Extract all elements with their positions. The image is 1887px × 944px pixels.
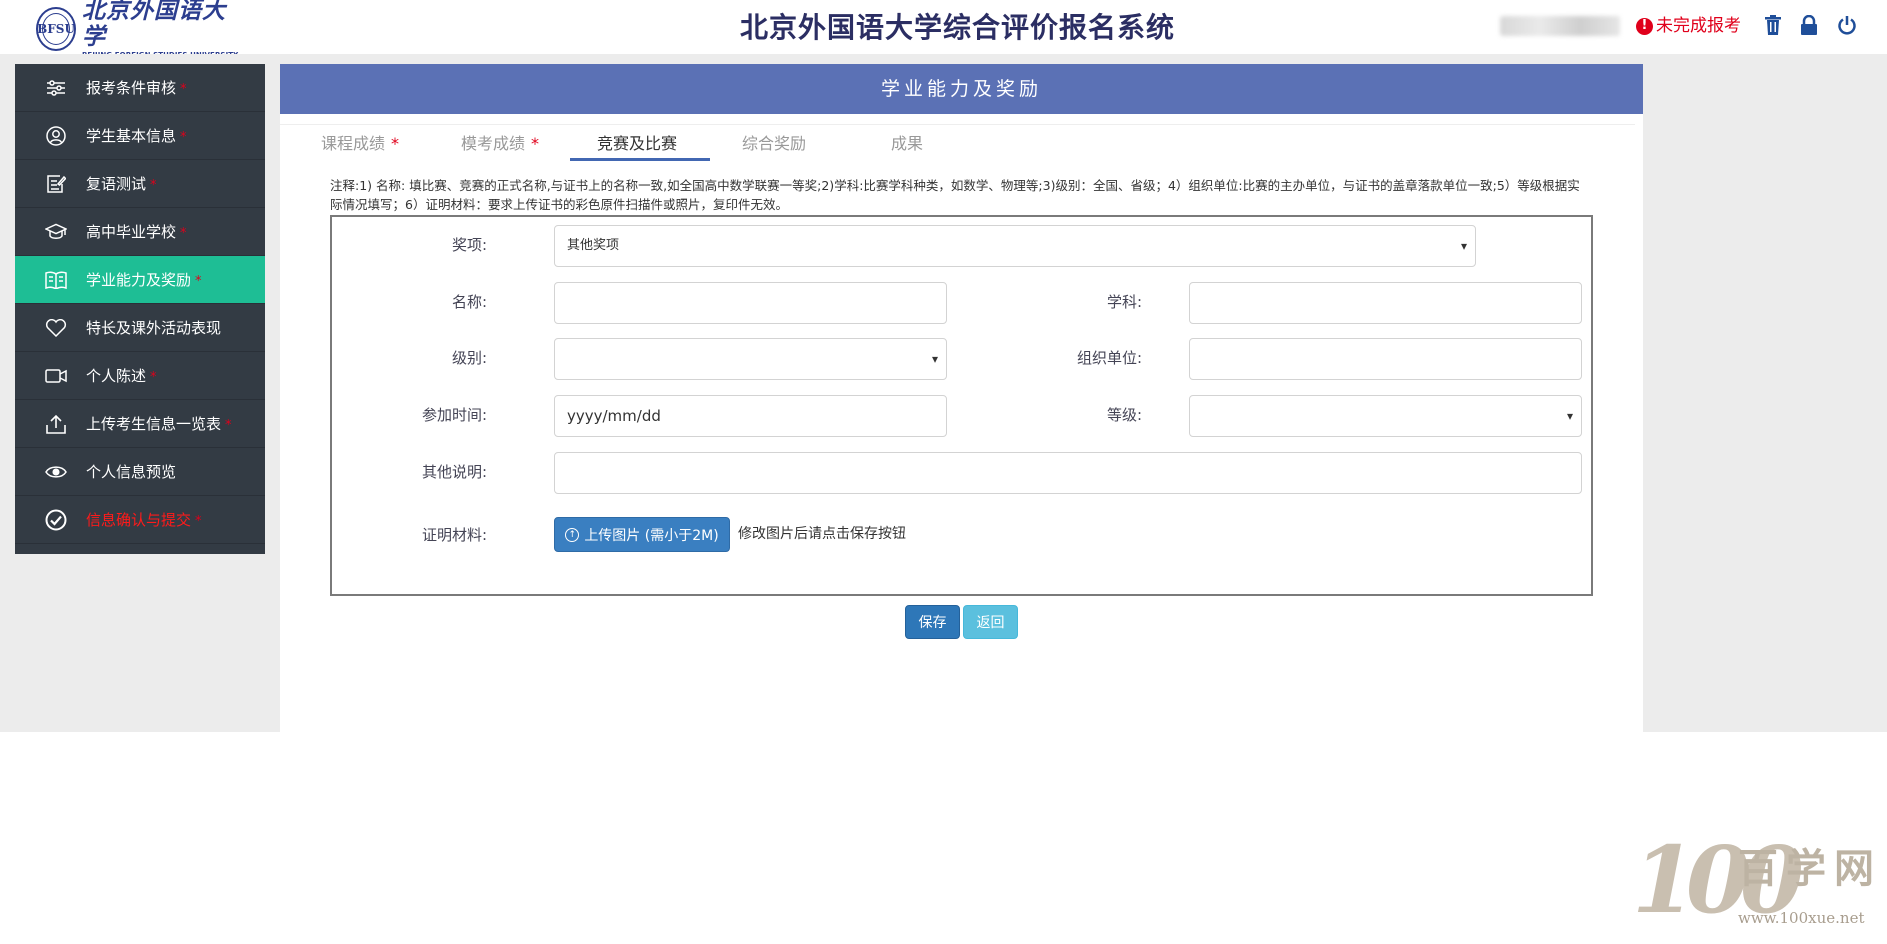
date-input[interactable]: yyyy/mm/dd	[554, 395, 947, 437]
other-notes-label: 其他说明:	[421, 463, 487, 481]
trash-icon[interactable]	[1761, 13, 1785, 37]
user-name-blurred	[1500, 16, 1620, 36]
tab-comprehensive-awards[interactable]: 综合奖励	[737, 131, 817, 161]
user-icon	[45, 125, 67, 147]
required-mark: *	[180, 226, 187, 241]
university-logo[interactable]: BFSU 北京外国语大学 BEIJING FOREIGN STUDIES UNI…	[36, 0, 241, 59]
sidebar-item-student-info[interactable]: 学生基本信息 *	[15, 112, 265, 160]
organizer-label: 组织单位:	[1076, 349, 1142, 367]
eye-icon	[45, 461, 67, 483]
organizer-input[interactable]	[1189, 338, 1582, 380]
system-title: 北京外国语大学综合评价报名系统	[740, 11, 1176, 44]
instructions-note: 注释:1) 名称: 填比赛、竞赛的正式名称,与证书上的名称一致,如全国高中数学联…	[330, 178, 1580, 212]
save-button[interactable]: 保存	[905, 605, 960, 639]
required-mark: *	[195, 274, 202, 289]
upload-icon	[45, 413, 67, 435]
graduation-cap-icon	[45, 221, 67, 243]
subject-input[interactable]	[1189, 282, 1582, 324]
sidebar-item-label: 信息确认与提交	[86, 511, 192, 529]
sidebar-item-high-school[interactable]: 高中毕业学校 *	[15, 208, 265, 256]
sidebar-item-exam-conditions[interactable]: 报考条件审核 *	[15, 64, 265, 112]
sidebar-item-label: 学生基本信息	[86, 127, 177, 145]
sidebar-item-info-preview[interactable]: 个人信息预览	[15, 448, 265, 496]
university-seal-icon: BFSU	[36, 7, 76, 51]
watermark-text: 百学网	[1738, 846, 1882, 892]
sidebar-item-label: 个人信息预览	[86, 463, 177, 481]
upload-hint: 修改图片后请点击保存按钮	[738, 526, 906, 542]
registration-status: ! 未完成报考	[1636, 14, 1741, 38]
edit-icon	[45, 173, 67, 195]
sidebar-item-label: 个人陈述	[86, 367, 147, 385]
sidebar-item-language-test[interactable]: 复语测试 *	[15, 160, 265, 208]
name-input[interactable]	[554, 282, 947, 324]
sidebar-item-activities[interactable]: 特长及课外活动表现	[15, 304, 265, 352]
top-header: BFSU 北京外国语大学 BEIJING FOREIGN STUDIES UNI…	[0, 0, 1887, 59]
grade-label: 等级:	[1106, 406, 1142, 424]
sidebar-item-upload-summary[interactable]: 上传考生信息一览表 *	[15, 400, 265, 448]
date-label: 参加时间:	[421, 406, 487, 424]
sidebar-item-personal-statement[interactable]: 个人陈述 *	[15, 352, 265, 400]
sidebar-item-label: 复语测试	[86, 175, 147, 193]
status-text: 未完成报考	[1656, 16, 1741, 36]
sidebar-item-label: 上传考生信息一览表	[86, 415, 222, 433]
upload-image-button[interactable]: ↑ 上传图片 (需小于2M)	[554, 517, 730, 552]
sliders-icon	[45, 77, 67, 99]
tab-bar: 课程成绩 * 模考成绩 * 竞赛及比赛 综合奖励 成果	[280, 124, 1635, 164]
check-circle-icon	[45, 509, 67, 531]
proof-label: 证明材料:	[421, 526, 487, 544]
subject-label: 学科:	[1106, 293, 1142, 311]
required-mark: *	[180, 130, 187, 145]
other-notes-input[interactable]	[554, 452, 1582, 494]
sidebar-item-label: 高中毕业学校	[86, 223, 177, 241]
back-button[interactable]: 返回	[963, 605, 1018, 639]
competition-form: 奖项: 其他奖项 名称: 学科: 级别: 组织单位: 参加时间: yyyy/mm…	[330, 215, 1593, 596]
tab-competitions[interactable]: 竞赛及比赛	[570, 131, 710, 161]
name-label: 名称:	[451, 293, 487, 311]
level-select[interactable]	[554, 338, 947, 380]
power-icon[interactable]	[1835, 13, 1859, 37]
tab-achievements[interactable]: 成果	[870, 131, 950, 161]
sidebar-item-confirm-submit[interactable]: 信息确认与提交 *	[15, 496, 265, 544]
upload-arrow-icon: ↑	[565, 527, 580, 542]
book-icon	[45, 269, 67, 291]
grade-select[interactable]	[1189, 395, 1582, 437]
tab-course-grades[interactable]: 课程成绩 *	[320, 131, 400, 161]
main-panel: 学业能力及奖励 课程成绩 * 模考成绩 * 竞赛及比赛 综合奖励 成果 注释:1) …	[280, 64, 1643, 732]
watermark-url: www.100xue.net	[1738, 909, 1865, 927]
heart-icon	[45, 317, 67, 339]
watermark-logo: 100 百学网 www.100xue.net	[1620, 828, 1885, 938]
sidebar-item-label: 特长及课外活动表现	[86, 319, 222, 337]
sidebar-nav: 报考条件审核 * 学生基本信息 * 复语测试 * 高中毕业学校 * 学业能力及奖励 * 特…	[15, 64, 265, 554]
required-mark: *	[150, 370, 157, 385]
logo-chinese-name: 北京外国语大学	[82, 0, 226, 50]
panel-title: 学业能力及奖励	[280, 64, 1643, 114]
video-icon	[45, 365, 67, 387]
sidebar-item-label: 学业能力及奖励	[86, 271, 192, 289]
award-type-label: 奖项:	[451, 236, 487, 254]
required-mark: *	[225, 418, 232, 433]
sidebar-item-label: 报考条件审核	[86, 79, 177, 97]
level-label: 级别:	[451, 349, 487, 367]
required-mark: *	[180, 82, 187, 97]
lock-icon[interactable]	[1797, 13, 1821, 37]
award-type-select[interactable]: 其他奖项	[554, 225, 1476, 267]
tab-mock-exam-grades[interactable]: 模考成绩 *	[460, 131, 540, 161]
required-mark: *	[195, 514, 202, 529]
alert-icon: !	[1636, 17, 1653, 35]
sidebar-item-academic-awards[interactable]: 学业能力及奖励 *	[15, 256, 265, 304]
required-mark: *	[150, 178, 157, 193]
